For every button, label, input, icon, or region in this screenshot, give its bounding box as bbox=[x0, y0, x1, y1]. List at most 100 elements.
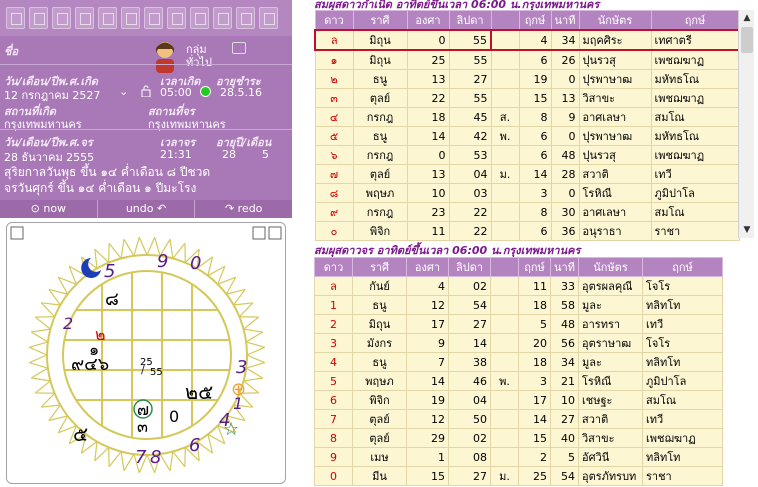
table-row[interactable]: 3 มังกร 9 14 20 56 อุตราษาฒ โจโร bbox=[314, 333, 723, 353]
table-row[interactable]: 8 ตุลย์ 29 02 15 40 วิสาขะ เพชฌฆาฏ bbox=[314, 428, 723, 448]
scroll-up-icon[interactable]: ▲ bbox=[739, 10, 755, 26]
table-cell: กรกฎ bbox=[352, 107, 408, 127]
table-cell: เทวี bbox=[642, 314, 723, 334]
undo-button[interactable]: undo ↶ bbox=[98, 200, 196, 218]
table-row[interactable]: 6 พิจิก 19 04 17 10 เชษฐะ สมโณ bbox=[314, 390, 723, 410]
table-row[interactable]: 1 ธนู 12 54 18 58 มูละ ทลิทโท bbox=[314, 295, 723, 315]
table-row[interactable]: ๖กรกฎ 0 53 6 48 ปุนรวสุ เพชฌฆาฏ bbox=[314, 145, 740, 165]
scroll-down-icon[interactable]: ▼ bbox=[739, 222, 755, 238]
border-spike bbox=[233, 302, 253, 306]
redo-button[interactable]: ↷ redo bbox=[195, 200, 292, 218]
column-header[interactable]: ดาว bbox=[314, 10, 354, 31]
table-cell: 0 bbox=[406, 29, 450, 51]
table-row[interactable]: ๗ตุลย์ 13 04 ม. 14 28 สวาติ เทวี bbox=[314, 164, 740, 184]
chart-toggle-icon[interactable] bbox=[10, 226, 24, 240]
table-row[interactable]: 2 มิถุน 17 27 5 48 อารทรา เทวี bbox=[314, 314, 723, 334]
table-cell: พ. bbox=[490, 371, 519, 391]
table-row[interactable]: ลกันย์ 4 02 11 33 อุตรผลคุณี โจโร bbox=[314, 276, 723, 296]
table-cell: เทวี bbox=[642, 409, 723, 429]
new-icon[interactable] bbox=[6, 7, 25, 29]
age-months: 5 bbox=[262, 148, 269, 161]
table-cell: ปุรพาษาฒ bbox=[578, 69, 652, 89]
column-header[interactable]: ฤกษ์ bbox=[518, 257, 551, 277]
table-cell: ราชา bbox=[650, 221, 740, 241]
refresh-icon[interactable] bbox=[252, 226, 266, 240]
lock-icon[interactable] bbox=[141, 85, 151, 97]
border-spike bbox=[243, 328, 263, 333]
table-cell: 6 bbox=[518, 145, 552, 165]
table-row[interactable]: 7 ตุลย์ 12 50 14 27 สวาติ เทวี bbox=[314, 409, 723, 429]
group-value[interactable]: ทั่วไป bbox=[186, 53, 212, 71]
table-cell: อาศเลษา bbox=[578, 107, 652, 127]
border-spike bbox=[108, 451, 122, 468]
save-icon[interactable] bbox=[52, 7, 71, 29]
table-row[interactable]: ๒ธนู 13 27 19 0 ปุรพาษาฒ มหัทธโณ bbox=[314, 69, 740, 89]
table-cell: 9 bbox=[550, 107, 580, 127]
table-cell: 6 bbox=[518, 49, 552, 70]
transit-time-field[interactable]: 21:31 bbox=[160, 148, 192, 161]
column-header[interactable]: ฤกษ์ bbox=[518, 10, 552, 31]
table-cell: 22 bbox=[448, 221, 492, 241]
table-cell: ตุลย์ bbox=[352, 164, 408, 184]
save-as-icon[interactable] bbox=[75, 7, 94, 29]
column-header[interactable]: นาที bbox=[550, 257, 579, 277]
check-icon[interactable] bbox=[236, 7, 255, 29]
table-row[interactable]: ๙กรกฎ 23 22 8 30 อาศเลษา สมโณ bbox=[314, 202, 740, 222]
table-cell: ๒ bbox=[314, 69, 354, 89]
edit-icon[interactable] bbox=[213, 7, 232, 29]
column-header[interactable]: นักษัตร bbox=[578, 10, 652, 31]
table-cell: 8 bbox=[314, 428, 353, 448]
table-row[interactable]: ๐พิจิก 11 22 6 36 อนุราธา ราชา bbox=[314, 221, 740, 241]
column-header[interactable]: นักษัตร bbox=[578, 257, 643, 277]
column-header[interactable]: ฤกษ์ bbox=[650, 10, 740, 31]
column-header[interactable]: ราศี bbox=[352, 257, 407, 277]
column-header[interactable]: นาที bbox=[550, 10, 580, 31]
table-cell: 29 bbox=[406, 428, 449, 448]
table-row[interactable]: ๕ธนู 14 42 พ. 6 0 ปุรพาษาฒ มหัทธโณ bbox=[314, 126, 740, 146]
natal-scrollbar[interactable]: ▲ ▼ bbox=[738, 10, 754, 238]
paste-icon[interactable] bbox=[190, 7, 209, 29]
table-row[interactable]: ๔กรกฎ 18 45 ส. 8 9 อาศเลษา สมโณ bbox=[314, 107, 740, 127]
border-spike bbox=[34, 380, 51, 394]
column-header[interactable]: ลิปดา bbox=[448, 10, 492, 31]
table-row[interactable]: ๓ตุลย์ 22 55 15 13 วิสาขะ เพชฌฆาฏ bbox=[314, 88, 740, 108]
column-header[interactable]: องศา bbox=[406, 10, 450, 31]
scroll-thumb[interactable] bbox=[741, 27, 753, 53]
column-header[interactable]: ฤกษ์ bbox=[642, 257, 723, 277]
table-cell: 18 bbox=[406, 107, 450, 127]
birthplace-field[interactable]: กรุงเทพมหานคร bbox=[4, 115, 82, 133]
table-cell: 34 bbox=[550, 29, 580, 51]
table-cell: สมโณ bbox=[650, 107, 740, 127]
table-row[interactable]: 5 พฤษภ 14 46 พ. 3 21 โรหิณี ภูมิปาโล bbox=[314, 371, 723, 391]
copy-icon[interactable] bbox=[167, 7, 186, 29]
birth-time-field[interactable]: 05:00 bbox=[160, 86, 192, 99]
border-spike bbox=[34, 316, 51, 330]
now-button[interactable]: ⊙ now bbox=[0, 200, 98, 218]
column-header[interactable]: ลิปดา bbox=[448, 257, 491, 277]
table-row[interactable]: 0 มีน 15 27 ม. 25 54 อุตรภัทรบท ราชา bbox=[314, 466, 723, 486]
border-spike bbox=[123, 453, 135, 472]
table-cell: 1 bbox=[406, 447, 449, 467]
delete-icon[interactable] bbox=[98, 7, 117, 29]
home-icon[interactable] bbox=[232, 42, 246, 54]
table-row[interactable]: ๘พฤษภ 10 03 3 0 โรหิณี ภูมิปาโล bbox=[314, 183, 740, 203]
column-header[interactable]: องศา bbox=[406, 257, 449, 277]
open-icon[interactable] bbox=[29, 7, 48, 29]
chart-icon[interactable] bbox=[259, 7, 278, 29]
column-header[interactable]: ดาว bbox=[314, 257, 353, 277]
print-icon[interactable] bbox=[121, 7, 140, 29]
chevron-down-icon[interactable]: ⌄ bbox=[119, 85, 128, 98]
residence-field[interactable]: กรุงเทพมหานคร bbox=[148, 115, 226, 133]
right-panel: สมผุสดาวกำเนิด อาทิตย์ขึ้นเวลา 06:00 น.ก… bbox=[314, 0, 758, 487]
table-row[interactable]: 4 ธนู 7 38 18 34 มูละ ทลิทโท bbox=[314, 352, 723, 372]
table-cell: 3 bbox=[518, 371, 551, 391]
table-row[interactable]: 9 เมษ 1 08 2 5 อัศวินี ทลิทโท bbox=[314, 447, 723, 467]
table-row[interactable]: ๑มิถุน 25 55 6 26 ปุนรวสุ เพชฌฆาฏ bbox=[314, 49, 740, 70]
settings-icon[interactable] bbox=[268, 226, 282, 240]
column-header[interactable] bbox=[490, 10, 520, 31]
column-header[interactable] bbox=[490, 257, 519, 277]
table-row[interactable]: ลมิถุน 0 55 4 34 มฤคศิระ เทศาตรี bbox=[314, 29, 740, 51]
tools-icon[interactable] bbox=[144, 7, 163, 29]
column-header[interactable]: ราศี bbox=[352, 10, 408, 31]
table-cell: 22 bbox=[448, 202, 492, 222]
